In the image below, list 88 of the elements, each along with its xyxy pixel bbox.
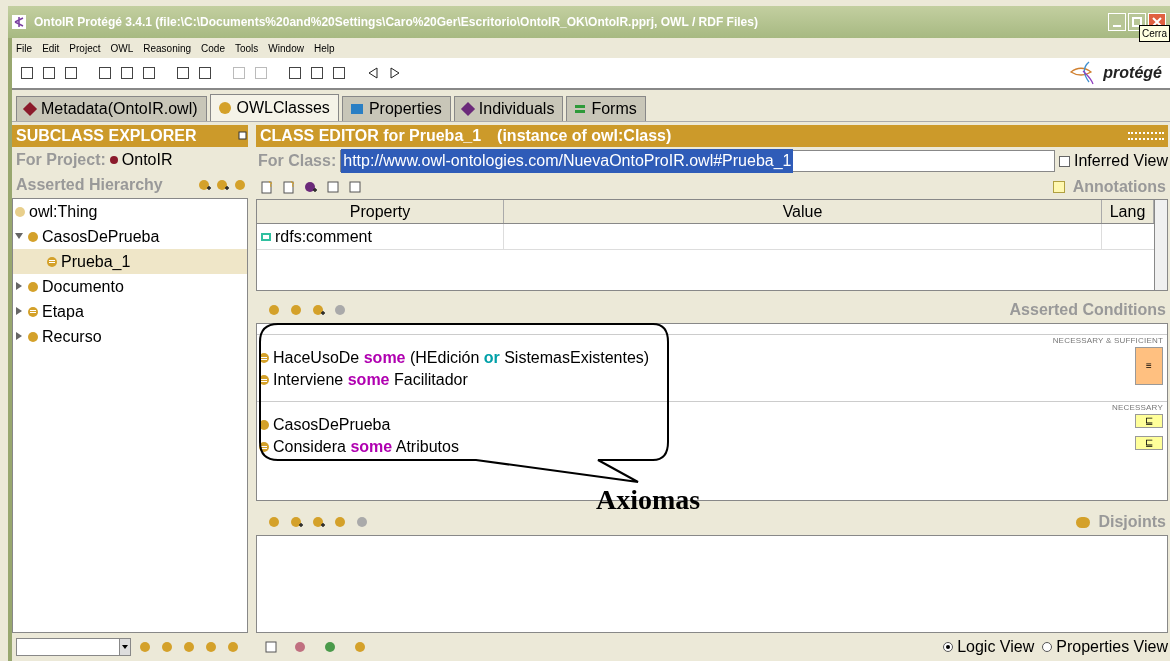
tree-item[interactable]: owl:Thing [13, 199, 247, 224]
project-icon [109, 156, 118, 164]
tree-label: Etapa [42, 301, 84, 322]
subclass-marker: ⊑ [1135, 414, 1163, 428]
tab[interactable]: Metadata(OntoIR.owl) [16, 96, 207, 121]
disjoints-label: Disjoints [1098, 512, 1167, 532]
condition-text[interactable]: Considera some Atributos [273, 435, 459, 459]
maximize-button[interactable] [1128, 13, 1146, 31]
menu-item[interactable]: Code [201, 40, 225, 56]
tab[interactable]: Forms [566, 96, 646, 121]
window-title: OntoIR Protégé 3.4.1 (file:\C:\Documents%20and%20Settings\Caro%20Ger\Escritorio\OntoIR_OK\OntoIR.pprj, OWL / RDF Files) [34, 14, 759, 31]
group-heading: NECESSARY & SUFFICIENT [1052, 335, 1163, 347]
menu-item[interactable]: OWL [110, 40, 134, 56]
hierarchy-label: Asserted Hierarchy [16, 175, 164, 195]
callout-label: Axiomas [596, 486, 701, 514]
scrollbar[interactable] [1154, 200, 1167, 290]
tab[interactable]: Properties [341, 96, 451, 121]
add-subclass-icon[interactable] [198, 178, 212, 192]
collapse-icon[interactable] [15, 232, 24, 241]
conditions-label: Asserted Conditions [1009, 300, 1167, 320]
column-header[interactable]: Value [504, 200, 1102, 223]
column-header[interactable]: Property [257, 200, 504, 223]
add-icon[interactable] [304, 180, 318, 194]
expand-icon[interactable] [15, 307, 24, 316]
detach-icon[interactable] [238, 131, 248, 141]
view-radio[interactable]: Properties View [1042, 635, 1168, 659]
add-sibling-icon[interactable] [216, 178, 230, 192]
condition-text[interactable]: Interviene some Facilitador [273, 368, 468, 392]
project-name: OntoIR [121, 150, 173, 170]
menu-item[interactable]: Reasoning [143, 40, 192, 56]
tree-item[interactable]: Recurso [13, 324, 247, 349]
menu-item[interactable]: Help [313, 40, 335, 56]
for-class-label: For Class: [258, 151, 337, 171]
tree-item[interactable]: Prueba_1 [13, 249, 247, 274]
tab[interactable]: OWLClasses [209, 94, 339, 121]
equivalent-marker: ≡ [1135, 347, 1163, 385]
menu-item[interactable]: Tools [235, 40, 259, 56]
class-icon [259, 420, 269, 430]
tree-label: CasosDePrueba [42, 226, 160, 247]
panel-controls-icon[interactable] [1128, 132, 1164, 140]
inferred-view-checkbox[interactable]: Inferred View [1059, 149, 1168, 173]
tree-label: Recurso [42, 326, 102, 347]
uri-field[interactable]: http://www.owl-ontologies.com/NuevaOntoProIR.owl#Prueba_1 [340, 150, 1055, 172]
restriction-icon [259, 375, 269, 385]
defined-class-icon [28, 306, 38, 317]
table-cell-text: rdfs:comment [275, 226, 372, 247]
defined-class-icon [47, 256, 57, 267]
menu-item[interactable]: Window [268, 40, 304, 56]
group-heading: NECESSARY [1112, 402, 1163, 414]
condition-text[interactable]: CasosDePrueba [273, 413, 391, 437]
panel-title: CLASS EDITOR for Prueba_1 [260, 126, 482, 146]
menu-item[interactable]: Project [69, 40, 101, 56]
tree-label: Prueba_1 [61, 251, 131, 272]
tree-item[interactable]: CasosDePrueba [13, 224, 247, 249]
restriction-icon [259, 442, 269, 452]
menu-item[interactable]: File [16, 40, 33, 56]
restriction-icon [259, 353, 269, 363]
tree-item[interactable]: Etapa [13, 299, 247, 324]
back-icon[interactable] [366, 66, 380, 80]
tree-item[interactable]: Documento [13, 274, 247, 299]
class-icon [28, 281, 38, 292]
add-class-icon[interactable] [290, 515, 304, 529]
tree-label: Documento [42, 276, 124, 297]
project-label: For Project: [16, 150, 106, 170]
class-icon [28, 231, 38, 242]
add-siblings-icon[interactable] [312, 515, 326, 529]
menu-item[interactable]: Edit [42, 40, 60, 56]
class-icon [15, 206, 25, 217]
logo-text: protégé [1103, 63, 1162, 83]
tab[interactable]: Individuals [453, 96, 564, 121]
tree-label: owl:Thing [29, 201, 98, 222]
app-icon [12, 15, 26, 29]
disjoints-icon [1076, 516, 1091, 528]
forward-icon[interactable] [388, 66, 402, 80]
panel-title: SUBCLASS EXPLORER [16, 126, 197, 146]
expand-icon[interactable] [15, 282, 24, 291]
tooltip: Cerra [1139, 25, 1170, 42]
expand-icon[interactable] [15, 332, 24, 341]
annotations-label: Annotations [1072, 177, 1167, 197]
search-combo[interactable] [16, 638, 131, 656]
note-icon [1052, 181, 1065, 193]
condition-text[interactable]: HaceUsoDe some (HEdición or SistemasExistentes) [273, 346, 650, 370]
add-class-icon[interactable] [312, 303, 326, 317]
class-icon [28, 331, 38, 342]
view-radio[interactable]: Logic View [943, 635, 1035, 659]
panel-subtitle: (instance of owl:Class) [497, 126, 673, 146]
subclass-marker: ⊑ [1135, 436, 1163, 450]
property-icon [261, 232, 271, 241]
